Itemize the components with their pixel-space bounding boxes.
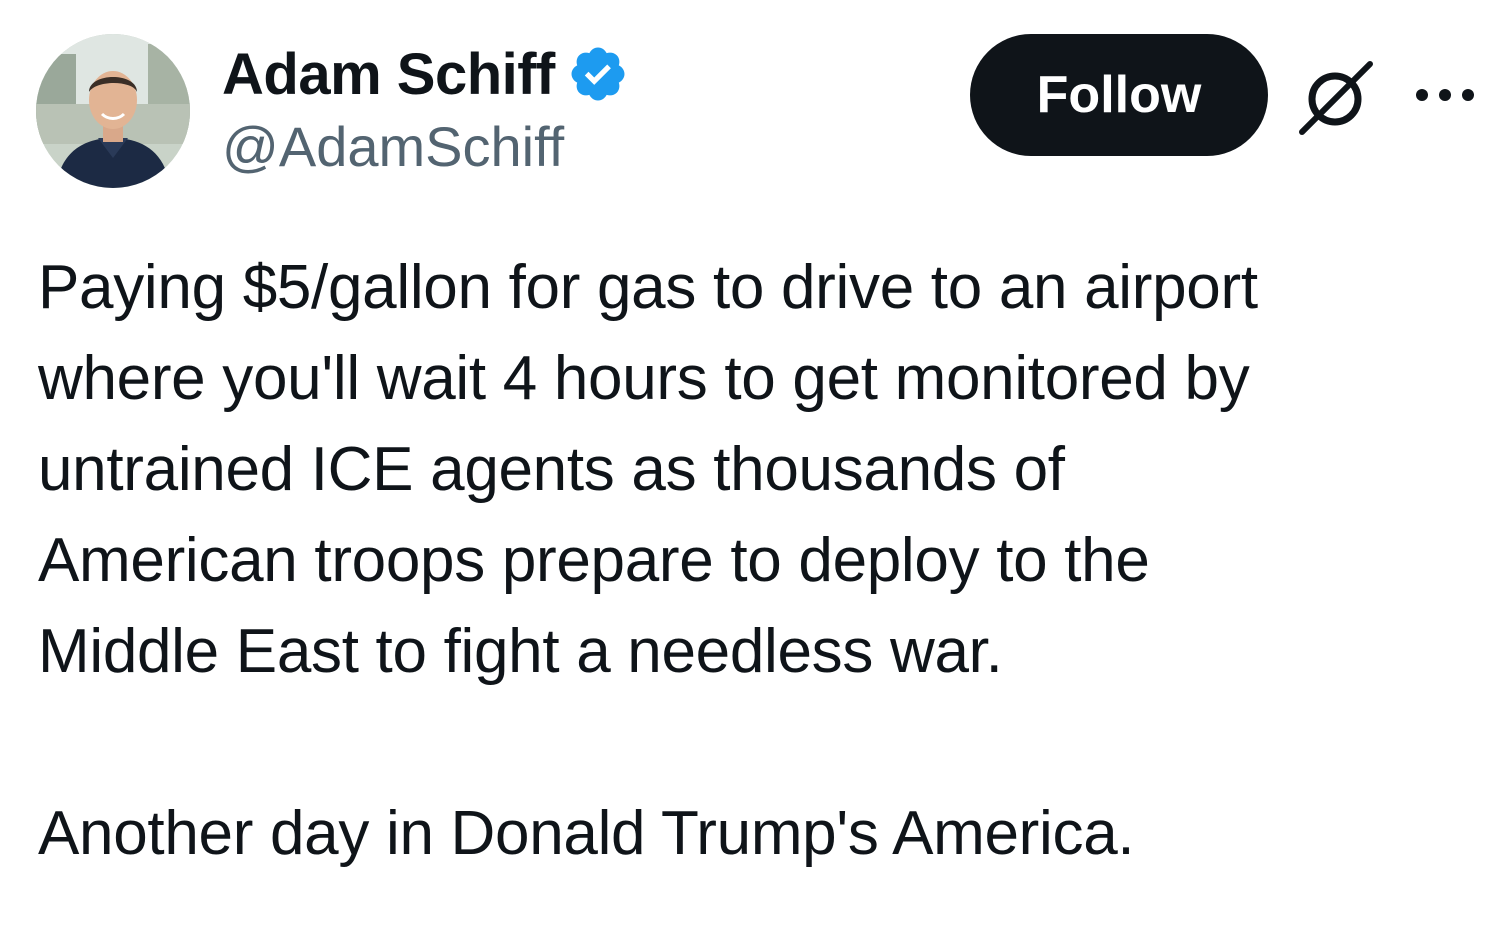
avatar[interactable] bbox=[36, 34, 190, 188]
tweet-closing-line: Another day in Donald Trump's America. bbox=[38, 799, 1135, 868]
tweet-text: Paying $5/gallon for gas to drive to an … bbox=[38, 242, 1478, 879]
grok-icon[interactable] bbox=[1296, 56, 1378, 138]
tweet-body: Paying $5/gallon for gas to drive to an … bbox=[38, 253, 1258, 686]
more-horizontal-icon[interactable] bbox=[1410, 70, 1480, 120]
tweet: Adam Schiff @AdamSchiff Follow Paying $5… bbox=[0, 0, 1500, 932]
profile-photo bbox=[36, 34, 190, 188]
author-display-name[interactable]: Adam Schiff bbox=[222, 41, 555, 108]
follow-button[interactable]: Follow bbox=[970, 34, 1268, 156]
author-handle[interactable]: @AdamSchiff bbox=[222, 114, 564, 179]
author-name-row: Adam Schiff bbox=[222, 38, 629, 110]
verified-badge-icon[interactable] bbox=[567, 43, 629, 105]
